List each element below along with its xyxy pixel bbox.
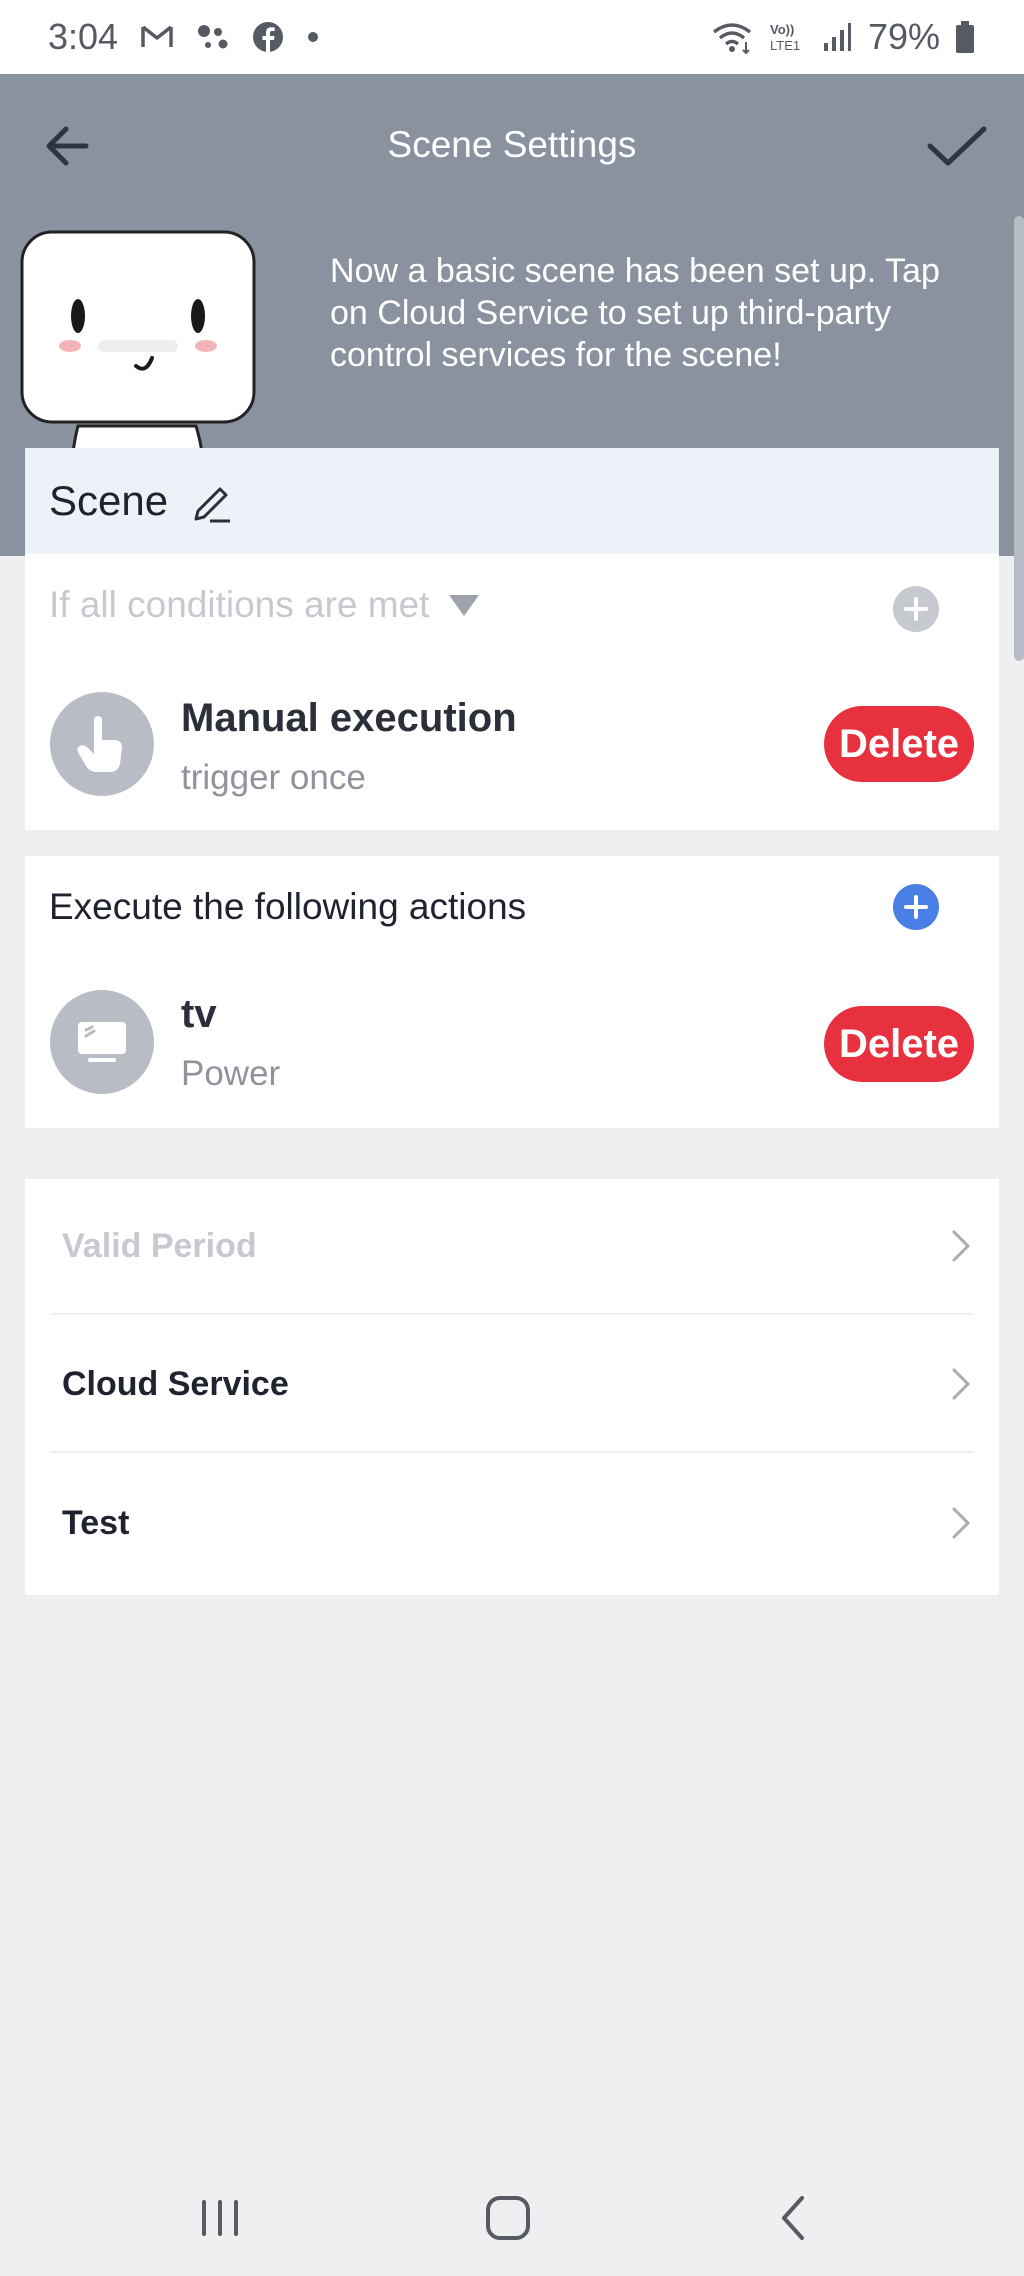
plus-icon	[904, 895, 928, 919]
home-button[interactable]	[478, 2188, 538, 2248]
conditions-card: If all conditions are met Manual executi…	[25, 554, 999, 830]
condition-title: Manual execution	[181, 696, 517, 740]
action-subtitle: Power	[181, 1054, 281, 1093]
test-label: Test	[62, 1503, 130, 1542]
action-title: tv	[181, 992, 217, 1036]
mascot-illustration	[20, 230, 256, 486]
chevron-right-icon	[952, 1230, 970, 1262]
chevron-right-icon	[952, 1368, 970, 1400]
tv-icon	[78, 1022, 126, 1062]
status-bar: 3:04 Vo)) LTE1 79%	[0, 0, 1024, 74]
actions-heading: Execute the following actions	[49, 886, 527, 927]
settings-card: Valid Period Cloud Service Test	[25, 1179, 999, 1595]
condition-icon	[50, 692, 154, 796]
scene-name-bar[interactable]: Scene	[25, 448, 999, 554]
valid-period-row[interactable]: Valid Period	[50, 1179, 974, 1315]
facebook-icon	[253, 22, 284, 52]
dots-icon	[198, 25, 228, 49]
battery-icon	[956, 21, 974, 53]
conditions-heading: If all conditions are met	[49, 584, 430, 625]
system-nav-bar	[0, 2160, 1024, 2276]
cloud-service-label: Cloud Service	[62, 1364, 289, 1403]
signal-icon	[823, 23, 851, 51]
valid-period-label: Valid Period	[62, 1226, 257, 1265]
delete-condition-button[interactable]: Delete	[824, 706, 974, 782]
chevron-right-icon	[952, 1507, 970, 1539]
dropdown-triangle-icon[interactable]	[447, 592, 481, 618]
plus-icon	[904, 597, 928, 621]
cloud-service-row[interactable]: Cloud Service	[50, 1317, 974, 1453]
actions-card: Execute the following actions tv Power D…	[25, 856, 999, 1128]
condition-subtitle: trigger once	[181, 758, 366, 797]
recents-button[interactable]	[190, 2188, 250, 2248]
scene-name: Scene	[49, 477, 169, 524]
battery-percent: 79%	[867, 16, 940, 57]
tip-text: Now a basic scene has been set up. Tap o…	[330, 252, 940, 374]
delete-action-button[interactable]: Delete	[824, 1006, 974, 1082]
add-condition-button[interactable]	[893, 586, 939, 632]
svg-text:Vo)): Vo))	[770, 22, 794, 37]
test-row[interactable]: Test	[50, 1455, 974, 1591]
conditions-heading-row[interactable]: If all conditions are met	[49, 584, 481, 626]
hand-tap-icon	[77, 716, 122, 772]
action-icon	[50, 990, 154, 1094]
confirm-button[interactable]	[924, 118, 990, 174]
page-title: Scene Settings	[387, 124, 637, 165]
add-action-button[interactable]	[893, 884, 939, 930]
wifi-icon	[712, 23, 752, 54]
dot-icon	[308, 32, 319, 42]
status-time: 3:04	[48, 16, 119, 57]
edit-icon[interactable]	[190, 479, 234, 523]
scrollbar[interactable]	[1014, 216, 1024, 661]
gmail-icon	[141, 25, 173, 47]
volte-icon: Vo)) LTE1	[770, 22, 800, 53]
nav-row: Scene Settings	[0, 74, 1024, 216]
svg-text:LTE1: LTE1	[770, 38, 800, 53]
back-nav-button[interactable]	[764, 2188, 824, 2248]
